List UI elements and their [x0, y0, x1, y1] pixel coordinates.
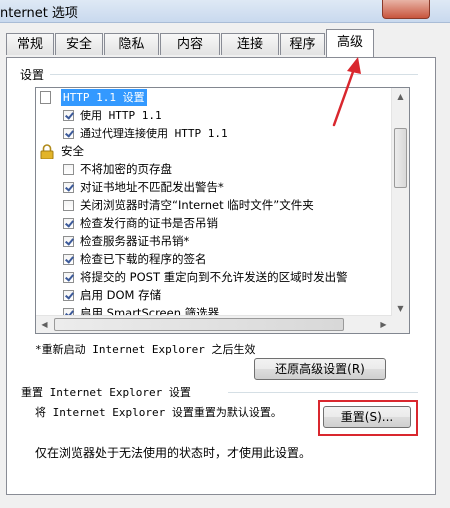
- vertical-scroll-thumb[interactable]: [394, 128, 407, 188]
- reset-group-divider: [228, 392, 418, 393]
- list-item-label: 不将加密的页存盘: [80, 162, 172, 176]
- checkbox[interactable]: [63, 254, 74, 265]
- checkbox[interactable]: [63, 272, 74, 283]
- document-icon: [40, 91, 51, 104]
- list-item-label: 对证书地址不匹配发出警告*: [80, 180, 224, 194]
- list-item-label: 将提交的 POST 重定向到不允许发送的区域时发出警: [80, 270, 348, 284]
- horizontal-scrollbar[interactable]: ◀ ▶: [36, 315, 392, 333]
- reset-description: 将 Internet Explorer 设置重置为默认设置。: [35, 406, 282, 419]
- list-item-label: 通过代理连接使用 HTTP 1.1: [80, 127, 228, 140]
- close-button[interactable]: [382, 0, 430, 19]
- tab-content[interactable]: 内容: [160, 33, 220, 55]
- checkbox[interactable]: [63, 128, 74, 139]
- checkbox[interactable]: [63, 290, 74, 301]
- scroll-corner: [392, 316, 409, 333]
- window-title: nternet 选项: [0, 6, 78, 21]
- vertical-scrollbar[interactable]: ▲ ▼: [391, 88, 409, 317]
- reset-group-label: 重置 Internet Explorer 设置: [21, 386, 191, 399]
- list-item-label: 检查服务器证书吊销*: [80, 234, 190, 248]
- tab-advanced[interactable]: 高级: [326, 29, 374, 57]
- horizontal-scroll-thumb[interactable]: [54, 318, 344, 331]
- tab-general[interactable]: 常规: [6, 33, 54, 55]
- scroll-right-icon[interactable]: ▶: [375, 316, 392, 333]
- checkbox[interactable]: [63, 110, 74, 121]
- scroll-down-icon[interactable]: ▼: [392, 300, 409, 317]
- list-item-label: 启用 DOM 存储: [80, 288, 162, 302]
- annotation-highlight-box: [318, 400, 418, 436]
- title-bar: nternet 选项: [0, 0, 450, 23]
- list-item-label: 使用 HTTP 1.1: [80, 109, 162, 122]
- settings-group-label: 设置: [20, 68, 45, 82]
- restore-advanced-button[interactable]: 还原高级设置(R): [254, 358, 386, 380]
- checkbox[interactable]: [63, 218, 74, 229]
- tab-connections[interactable]: 连接: [221, 33, 279, 55]
- scroll-up-icon[interactable]: ▲: [392, 88, 409, 105]
- checkbox[interactable]: [63, 164, 74, 175]
- checkbox[interactable]: [63, 200, 74, 211]
- checkbox[interactable]: [63, 236, 74, 247]
- annotation-arrow-icon: [332, 57, 361, 127]
- tab-programs[interactable]: 程序: [280, 33, 325, 55]
- reset-note: 仅在浏览器处于无法使用的状态时，才使用此设置。: [35, 446, 312, 460]
- list-item-label: HTTP 1.1 设置: [61, 89, 147, 106]
- scroll-left-icon[interactable]: ◀: [36, 316, 53, 333]
- restart-note: *重新启动 Internet Explorer 之后生效: [35, 343, 256, 356]
- list-item-label: 检查发行商的证书是否吊销: [80, 216, 218, 230]
- list-item-label: 关闭浏览器时清空“Internet 临时文件”文件夹: [80, 198, 314, 212]
- tab-security[interactable]: 安全: [55, 33, 103, 55]
- list-item-label: 安全: [61, 144, 84, 158]
- tab-privacy[interactable]: 隐私: [104, 33, 159, 55]
- checkbox[interactable]: [63, 182, 74, 193]
- list-item-label: 检查已下载的程序的签名: [80, 252, 207, 266]
- lock-icon: [40, 144, 54, 160]
